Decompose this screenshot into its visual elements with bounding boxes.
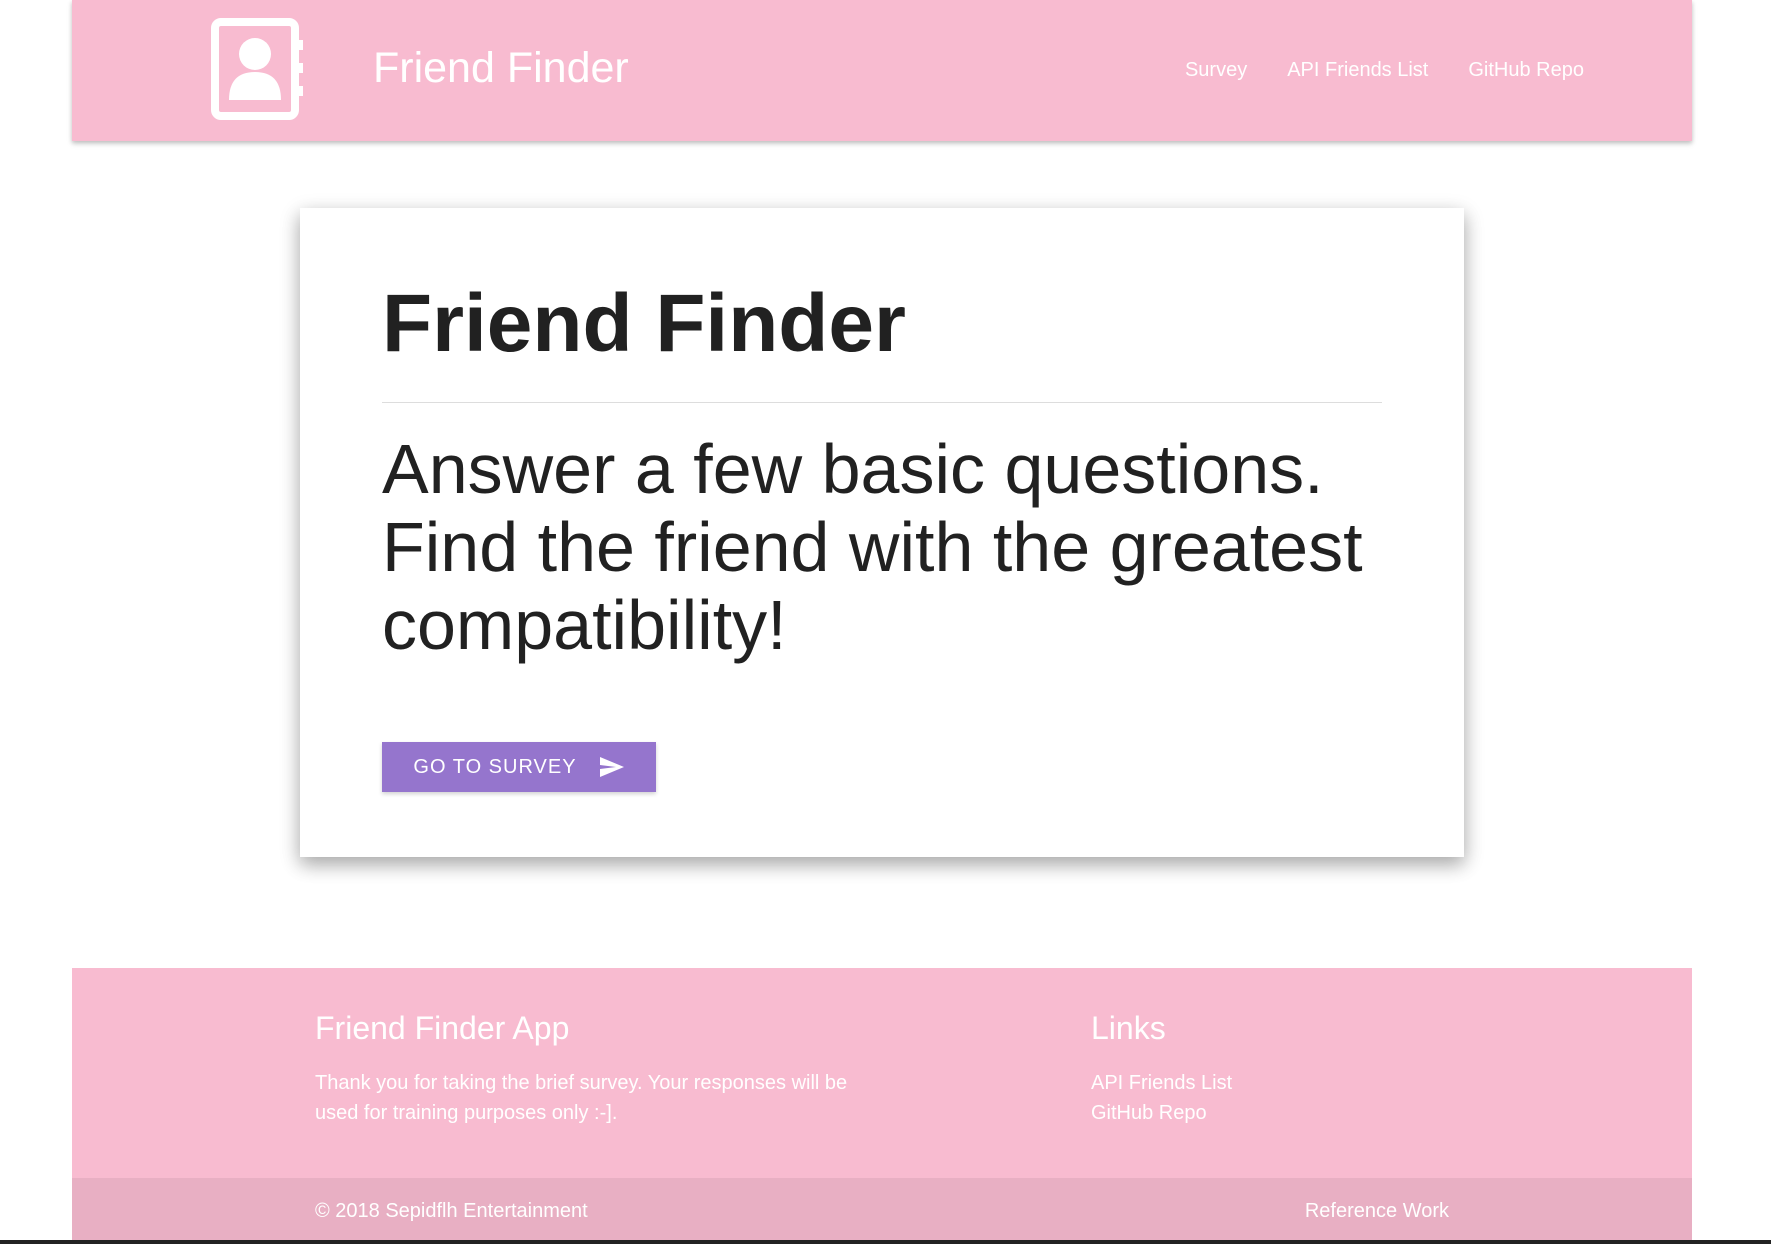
hero-card: Friend Finder Answer a few basic questio…: [300, 208, 1464, 857]
tagline-find: Find the friend with the greatest compat…: [382, 508, 1363, 664]
nav-link-github-repo[interactable]: GitHub Repo: [1448, 59, 1604, 82]
go-to-survey-button[interactable]: GO TO SURVEY: [382, 742, 656, 792]
footer-copyright-bar: © 2018 Sepidflh Entertainment Reference …: [72, 1178, 1692, 1244]
footer-app-text: Thank you for taking the brief survey. Y…: [315, 1072, 848, 1124]
divider: [382, 402, 1382, 403]
nav-link-survey[interactable]: Survey: [1165, 59, 1267, 82]
go-to-survey-label: GO TO SURVEY: [413, 755, 577, 778]
page: Friend Finder Survey API Friends List Gi…: [0, 0, 1771, 1244]
tagline-answer: Answer a few basic questions.: [382, 430, 1324, 508]
footer-links-heading: Links: [1091, 1010, 1166, 1046]
footer-app-heading: Friend Finder App: [315, 1010, 570, 1046]
send-icon: [599, 757, 624, 777]
copyright-text: © 2018 Sepidflh Entertainment: [315, 1200, 588, 1222]
contact-book-icon[interactable]: [211, 18, 307, 120]
nav-link-api-friends-list[interactable]: API Friends List: [1267, 59, 1448, 82]
brand-title[interactable]: Friend Finder: [373, 42, 629, 94]
footer-link-api-friends-list[interactable]: API Friends List: [1091, 1068, 1232, 1098]
reference-work-link[interactable]: Reference Work: [1305, 1196, 1449, 1226]
page-bottom-border: [0, 1240, 1771, 1244]
card-title: Friend Finder: [382, 278, 906, 369]
footer-link-github-repo[interactable]: GitHub Repo: [1091, 1098, 1207, 1128]
nav-links: Survey API Friends List GitHub Repo: [1165, 0, 1604, 141]
navbar: Friend Finder Survey API Friends List Gi…: [72, 0, 1692, 141]
footer: Friend Finder App Thank you for taking t…: [72, 968, 1692, 1244]
